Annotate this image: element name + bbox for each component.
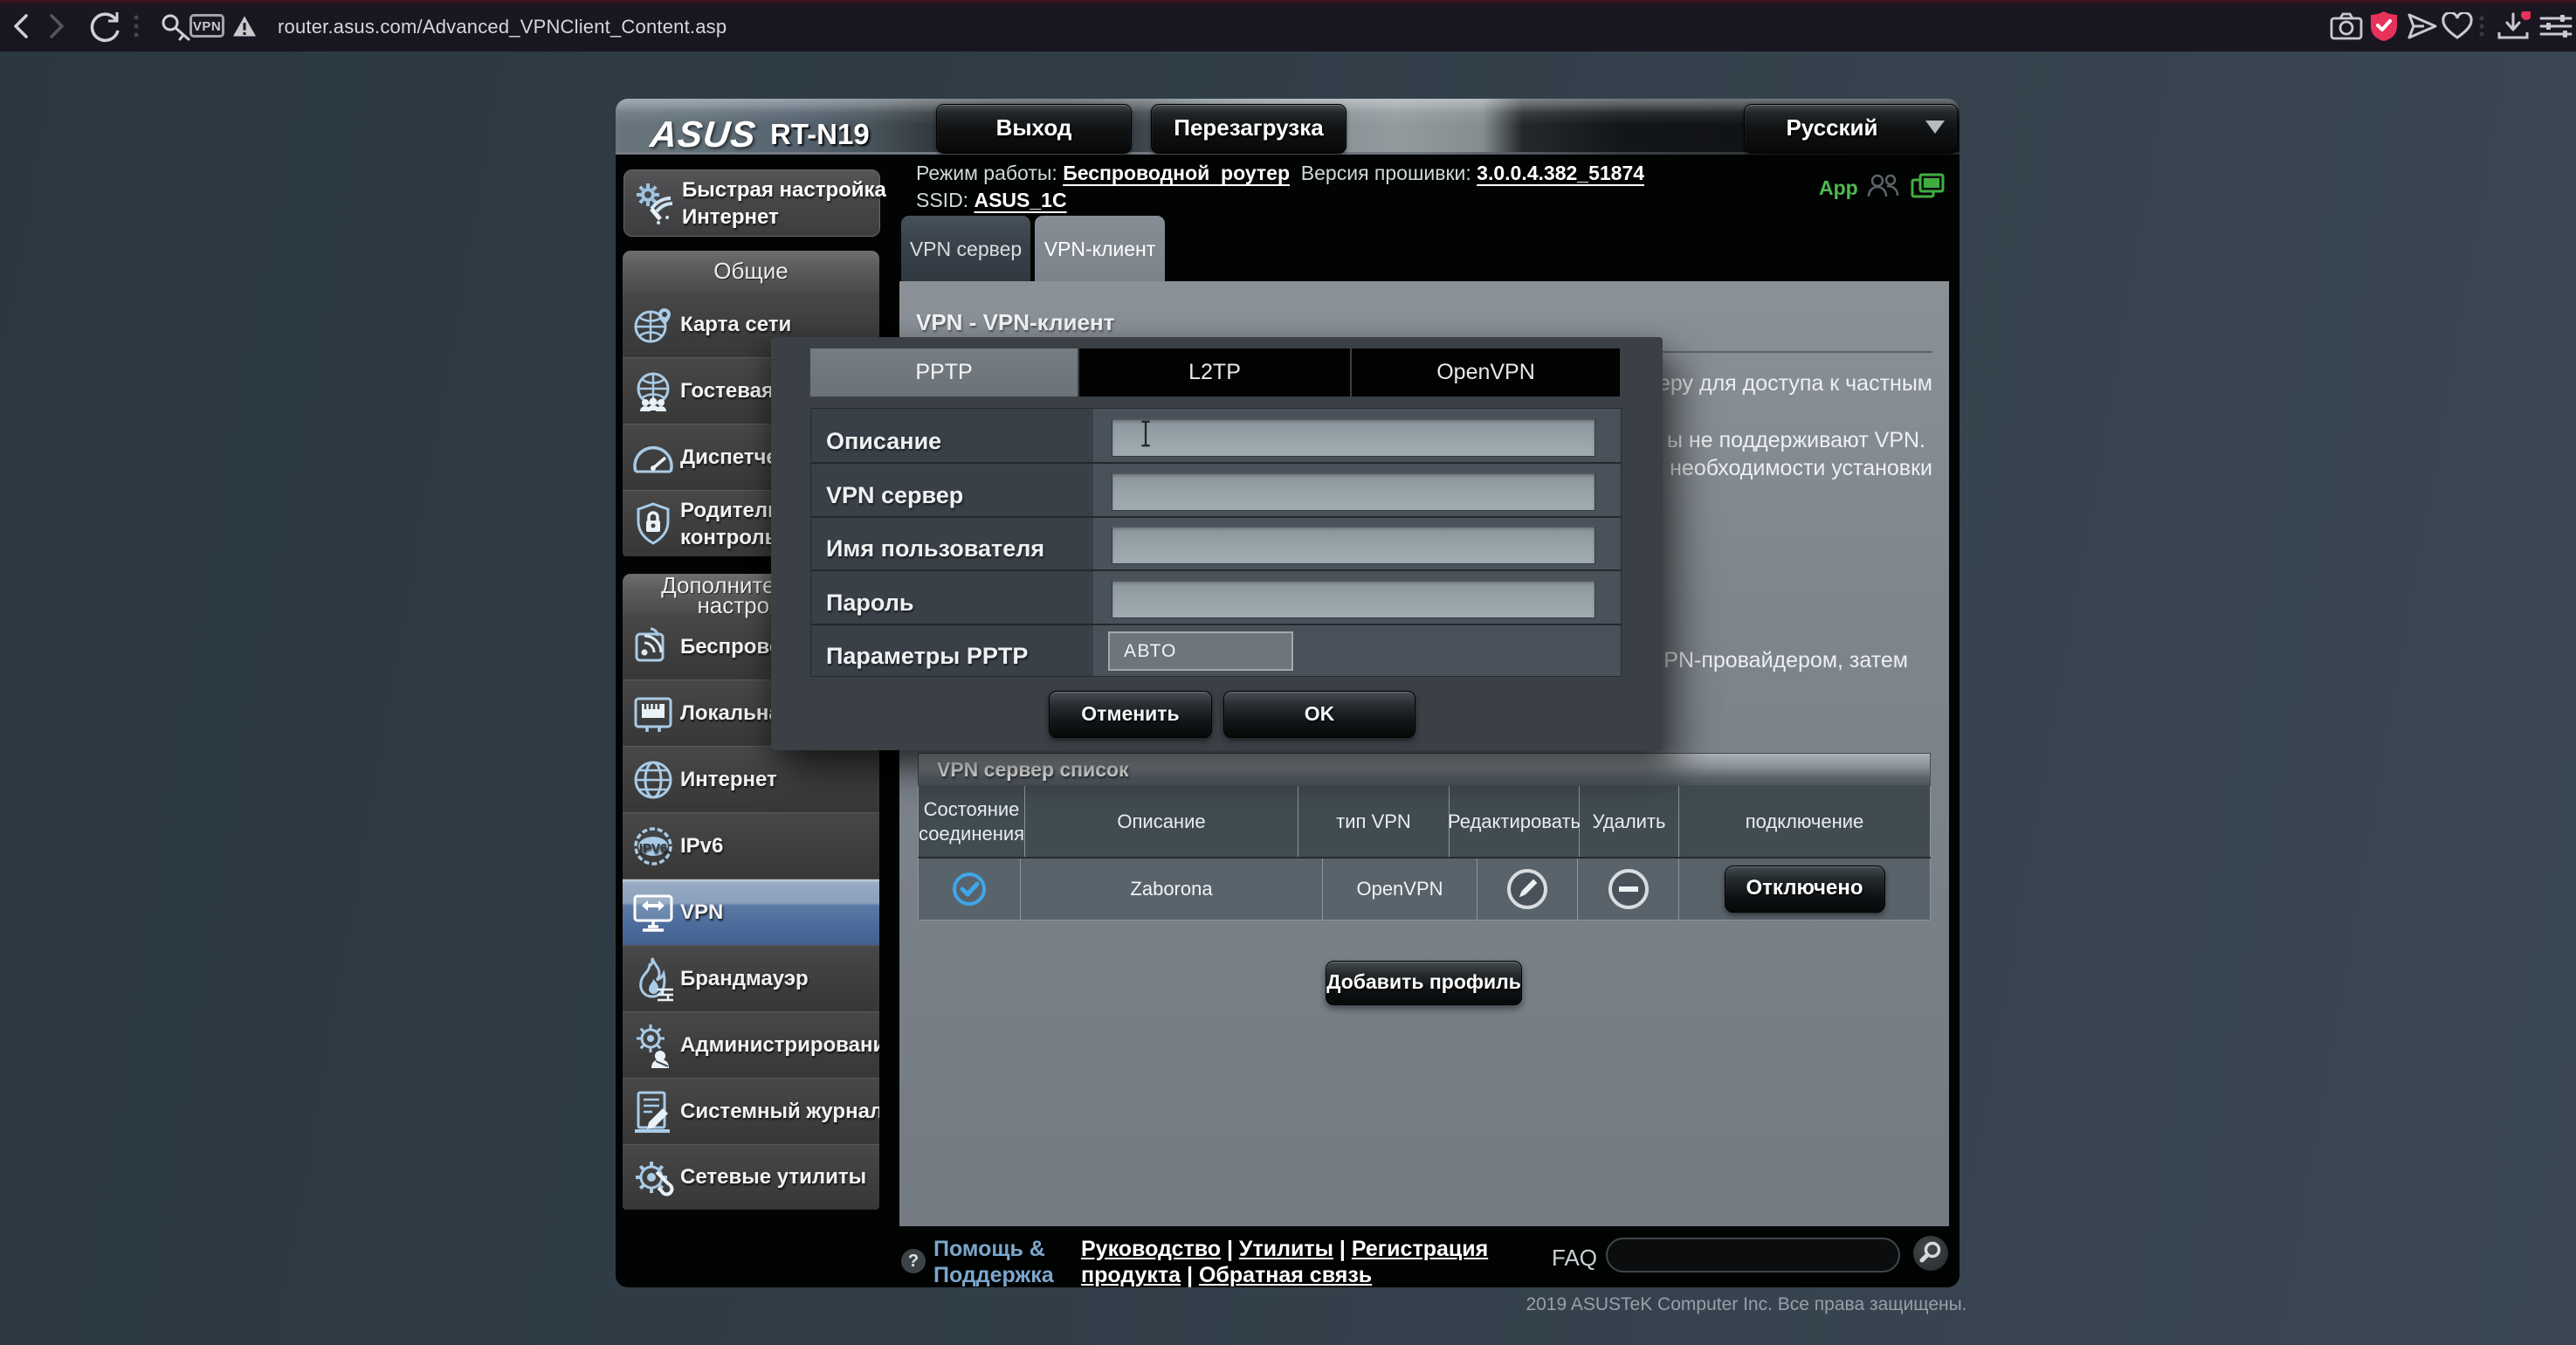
svg-text:IPV6: IPV6 [639, 841, 668, 856]
